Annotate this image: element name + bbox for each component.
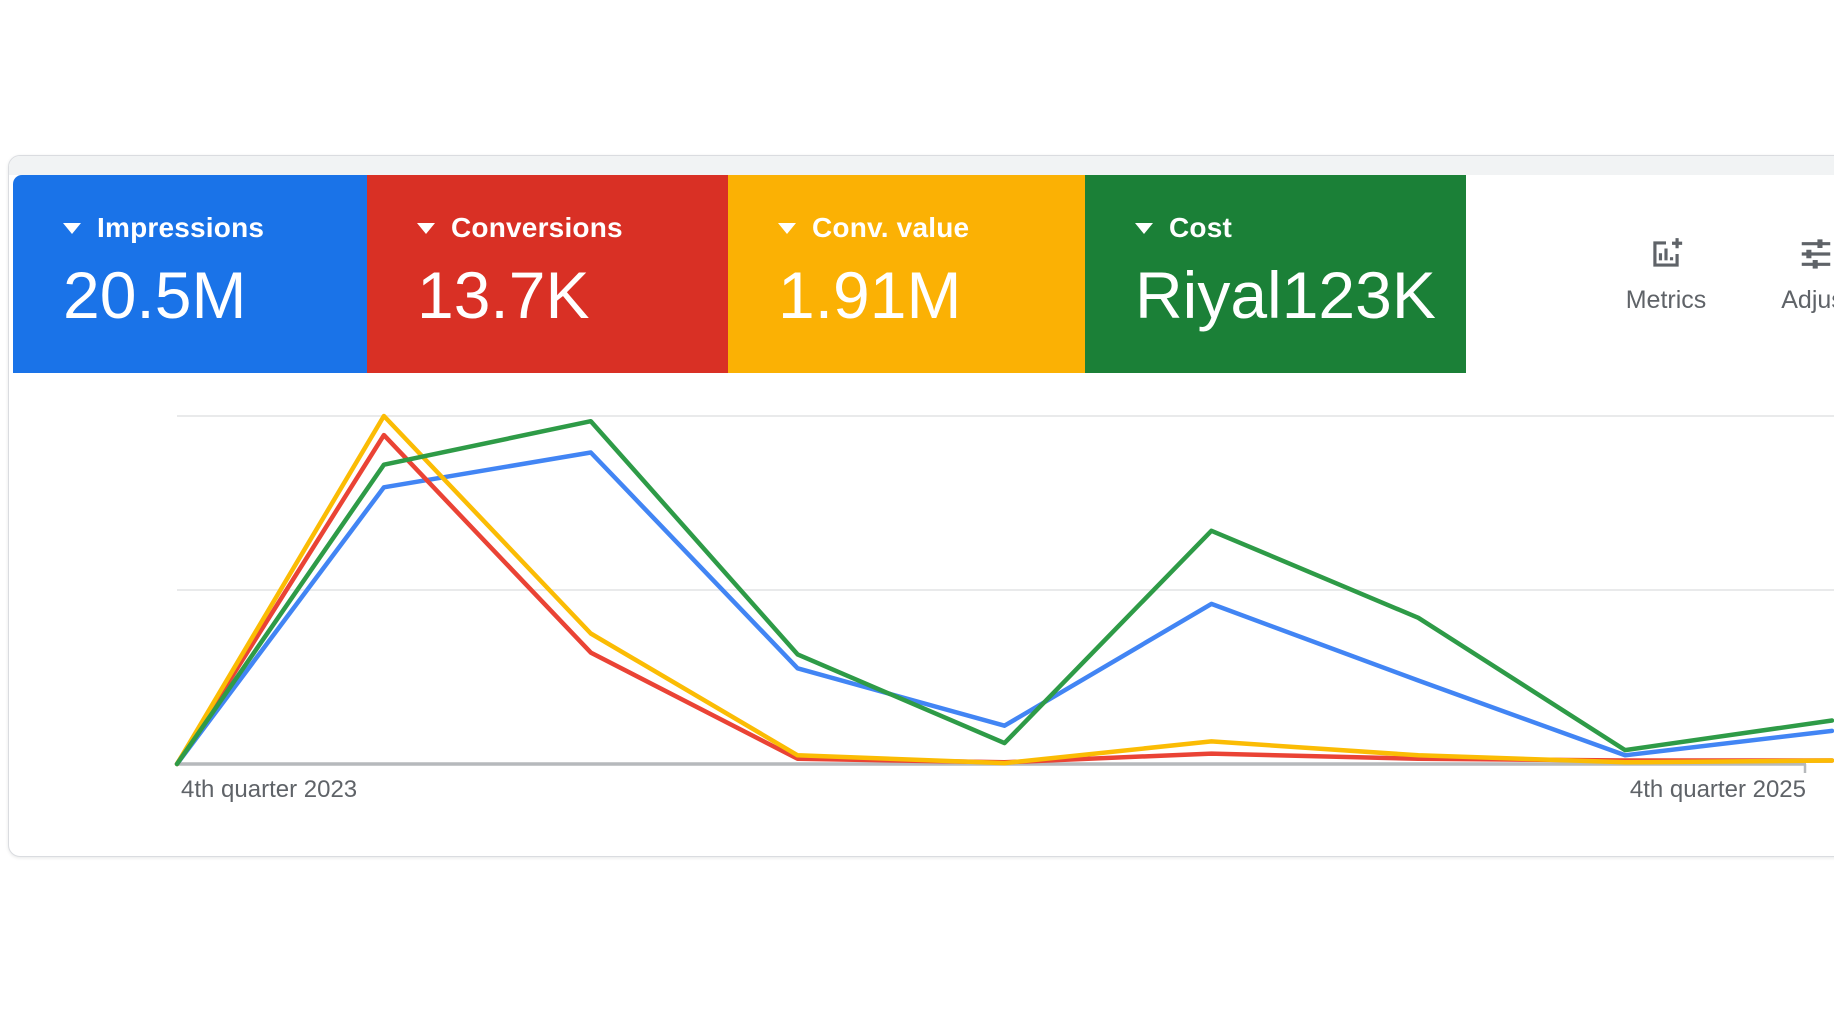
chevron-down-icon [778,222,796,234]
chevron-down-icon [1135,222,1153,234]
sliders-icon [1801,239,1831,269]
metric-chip-header: Cost [1135,212,1466,243]
metric-chip-header: Conv. value [778,212,1085,243]
chevron-down-icon [417,222,435,234]
metric-chip-label: Conv. value [812,212,970,243]
metric-chip-conversions[interactable]: Conversions 13.7K [367,175,728,373]
metric-chip-header: Conversions [417,212,728,243]
metric-chip-label: Impressions [97,212,265,243]
metrics-button[interactable]: Metrics [1604,235,1728,315]
x-axis-label-last: 4th quarter 2025 [1629,776,1806,803]
metric-chip-value: Riyal123K [1135,258,1436,332]
metric-chip-label: Cost [1169,212,1233,243]
card-top-strip [9,156,1834,175]
adjust-button[interactable]: Adjust [1754,235,1834,315]
metric-chip-value: 13.7K [417,258,590,332]
metric-chip-conv-value[interactable]: Conv. value 1.91M [728,175,1085,373]
adjust-button-label: Adjust [1781,286,1834,314]
add-chart-icon [1653,238,1683,267]
chevron-down-icon [63,222,81,234]
metric-chip-value: 1.91M [778,258,962,332]
x-axis-label-first: 4th quarter 2023 [181,776,358,803]
metric-chip-impressions[interactable]: Impressions 20.5M [13,175,367,373]
metrics-button-label: Metrics [1625,286,1707,314]
metric-chip-value: 20.5M [63,258,247,332]
performance-chart-card: Impressions 20.5M Conversions 13.7K Conv… [8,155,1834,857]
metric-chips-row: Impressions 20.5M Conversions 13.7K Conv… [13,175,1466,373]
metric-chip-cost[interactable]: Cost Riyal123K [1085,175,1466,373]
metric-chip-header: Impressions [63,212,367,243]
metric-chip-label: Conversions [451,212,623,243]
